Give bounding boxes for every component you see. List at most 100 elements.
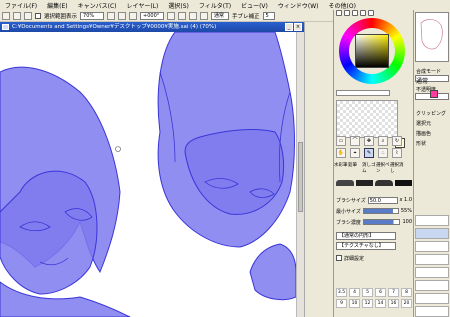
canvas-side-strip — [304, 22, 333, 317]
rotate-reset-icon[interactable] — [189, 11, 198, 20]
tool-hand[interactable]: ✋ — [336, 148, 346, 158]
brush-preset[interactable]: 6 — [375, 288, 386, 297]
tool-eyedropper[interactable]: ⌖ — [350, 148, 360, 158]
navigator-figure — [420, 19, 443, 50]
redo-icon[interactable] — [13, 11, 21, 20]
brush-preset[interactable]: 14 — [375, 299, 386, 308]
layer-row[interactable] — [415, 280, 449, 291]
menu-view[interactable]: ビュー(V) — [236, 1, 273, 10]
color-wheel-mode-icon[interactable] — [336, 10, 342, 16]
brush-density-slider[interactable] — [362, 219, 401, 225]
tool-brush[interactable]: ⌇ — [392, 148, 402, 158]
tool-lasso[interactable]: ⌒ — [350, 136, 360, 146]
layer-row[interactable] — [415, 267, 449, 278]
brush-preset[interactable]: 10 — [349, 299, 360, 308]
tool-label-watercolor: 水彩筆 — [334, 163, 348, 168]
scratchpad-mode-icon[interactable] — [368, 10, 374, 16]
tool-zoom[interactable]: ⌕ — [378, 136, 388, 146]
brush-size-field[interactable]: 50.0 — [367, 196, 398, 204]
menu-window[interactable]: ウィンドウ(W) — [273, 1, 324, 10]
tool-rotate[interactable]: ↻ — [392, 136, 402, 146]
brush-size-multiplier[interactable]: x 1.0 — [400, 197, 413, 203]
stabilizer-select[interactable]: 5 — [262, 11, 275, 20]
brush-density-label: ブラシ濃度 — [336, 219, 361, 226]
layer-row-selected[interactable] — [415, 228, 449, 239]
menu-filter[interactable]: フィルタ(T) — [194, 1, 236, 10]
rgb-slider-mode-icon[interactable] — [344, 10, 350, 16]
tool-airbrush[interactable]: ∴ — [378, 148, 388, 158]
brush-preset[interactable]: 7 — [388, 288, 399, 297]
brush-preset[interactable]: 4 — [349, 288, 360, 297]
drawing-canvas[interactable] — [0, 32, 296, 317]
brush-size-presets: 3.5 4 5 6 7 8 9 10 12 14 16 20 — [336, 288, 412, 308]
rotate-right-icon[interactable] — [178, 11, 187, 20]
layer-row[interactable] — [415, 254, 449, 265]
zoom-in-icon[interactable] — [118, 11, 127, 20]
menu-layer[interactable]: レイヤー(L) — [122, 1, 164, 10]
tool-select[interactable]: ▭ — [336, 136, 346, 146]
brush-tip-soft-icon[interactable] — [375, 180, 393, 186]
menu-canvas[interactable]: キャンバス(C) — [73, 1, 122, 10]
clipping-label[interactable]: クリッピング — [416, 110, 446, 117]
layer-row[interactable] — [415, 215, 449, 226]
select-source-label[interactable]: 選択元 — [416, 120, 431, 127]
layer-row[interactable] — [415, 306, 449, 317]
protect-label[interactable]: 描画色 — [416, 130, 431, 137]
tool-grid: ▭ ⌒ ✥ ⌕ ↻ ✋ ⌖ ✎ ∴ ⌇ — [336, 136, 412, 158]
navigator-thumbnail[interactable] — [415, 12, 449, 62]
swatch-mode-icon[interactable] — [360, 10, 366, 16]
menu-file[interactable]: ファイル(F) — [0, 1, 42, 10]
brush-shape-select[interactable]: 【通常の円形】 — [336, 232, 396, 240]
zoom-reset-icon[interactable] — [129, 11, 138, 20]
menu-edit[interactable]: 編集(E) — [42, 1, 72, 10]
saturation-value-square[interactable] — [355, 34, 389, 68]
flip-horizontal-icon[interactable] — [200, 11, 209, 20]
line-art-drawing — [0, 32, 296, 317]
toolbar: 選択範囲表示 70% +000° 通常 手ブレ補正 5 — [0, 10, 333, 22]
brush-texture-select[interactable]: 【テクスチャなし】 — [336, 242, 396, 250]
brush-preset[interactable]: 5 — [362, 288, 373, 297]
rotate-left-icon[interactable] — [167, 11, 176, 20]
navigator-preview — [420, 19, 443, 50]
brush-tip-flat-icon[interactable] — [355, 180, 373, 186]
brush-preset[interactable]: 12 — [362, 299, 373, 308]
close-button[interactable]: × — [294, 23, 302, 31]
undo-icon[interactable] — [2, 11, 10, 20]
brush-tip-round-icon[interactable] — [336, 180, 354, 186]
layer-row[interactable] — [415, 293, 449, 304]
brush-size-row: ブラシサイズ 50.0 x 1.0 — [336, 196, 412, 204]
min-size-slider[interactable] — [362, 208, 399, 214]
layer-row[interactable] — [415, 241, 449, 252]
color-swatch-bar[interactable] — [336, 90, 390, 96]
background-color-swatch[interactable] — [430, 90, 438, 98]
zoom-out-icon[interactable] — [107, 11, 116, 20]
selection-display-checkbox[interactable] — [35, 12, 41, 19]
brush-preset[interactable]: 9 — [336, 299, 347, 308]
stabilizer-label: 手ブレ補正 — [232, 13, 260, 20]
vertical-scrollbar[interactable] — [296, 32, 304, 317]
menu-other[interactable]: その他(O) — [324, 1, 361, 10]
tool-label-select-eraser: 選択消し — [390, 163, 404, 174]
hsv-slider-mode-icon[interactable] — [352, 10, 358, 16]
brush-tip-hard-icon[interactable] — [394, 180, 412, 186]
brush-preset[interactable]: 8 — [401, 288, 412, 297]
rotation-field[interactable]: +000° — [140, 11, 165, 20]
zoom-field[interactable]: 70% — [80, 11, 105, 20]
deselect-icon[interactable] — [24, 11, 32, 20]
min-size-value: 55% — [400, 208, 412, 214]
brush-preset[interactable]: 20 — [401, 299, 412, 308]
shape-label[interactable]: 形状 — [416, 140, 426, 147]
brush-preset[interactable]: 3.5 — [336, 288, 347, 297]
brush-preset[interactable]: 16 — [388, 299, 399, 308]
tool-move[interactable]: ✥ — [364, 136, 374, 146]
blend-mode-select[interactable]: 通常 — [211, 11, 230, 20]
scrollbar-thumb[interactable] — [298, 142, 303, 212]
tool-pen[interactable]: ✎ — [364, 148, 374, 158]
detail-settings-checkbox[interactable] — [336, 255, 342, 261]
scratchpad-area[interactable] — [336, 100, 398, 138]
minimize-button[interactable]: _ — [285, 23, 293, 31]
min-size-label: 最小サイズ — [336, 208, 361, 215]
right-figure-hand — [249, 243, 296, 301]
menu-select[interactable]: 選択(S) — [163, 1, 194, 10]
layer-blend-mode-select[interactable]: 通常 — [415, 75, 449, 85]
